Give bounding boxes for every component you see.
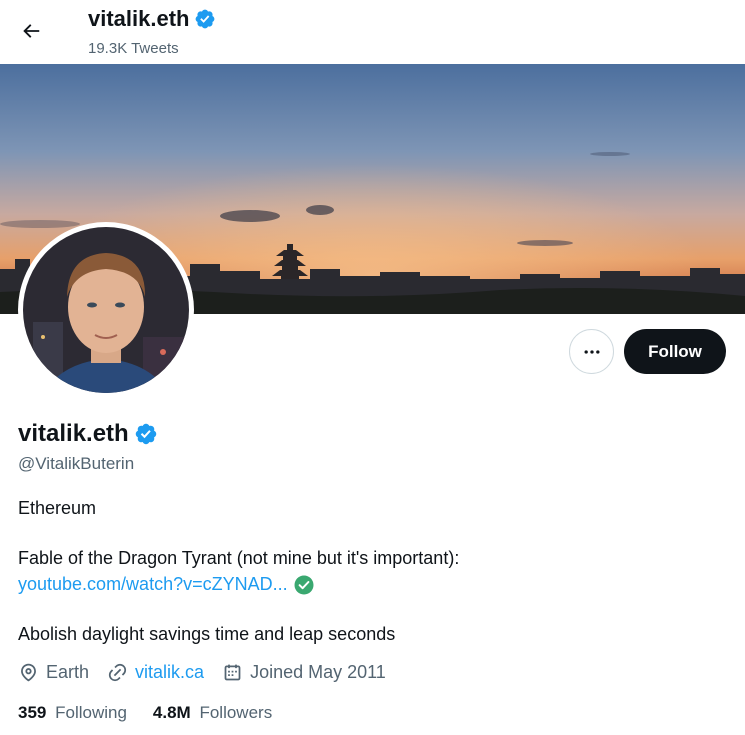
bio-line-3: Abolish daylight savings time and leap s… bbox=[18, 624, 396, 644]
tweets-count: 19.3K Tweets bbox=[88, 40, 179, 57]
profile-stats: 359 Following 4.8M Followers bbox=[18, 703, 298, 723]
following-label: Following bbox=[55, 703, 127, 722]
verified-badge-icon[interactable] bbox=[134, 422, 158, 446]
back-button[interactable] bbox=[14, 14, 48, 48]
check-circle-icon bbox=[294, 575, 314, 594]
more-options-button[interactable] bbox=[569, 329, 614, 374]
following-count: 359 bbox=[18, 703, 47, 722]
location-item: Earth bbox=[18, 662, 89, 683]
header-name: vitalik.eth bbox=[88, 6, 190, 31]
following-stat[interactable]: 359 Following bbox=[18, 703, 127, 723]
profile-handle: @VitalikButerin bbox=[18, 454, 135, 473]
bio-line-2: Fable of the Dragon Tyrant (not mine but… bbox=[18, 548, 460, 568]
follow-button[interactable]: Follow bbox=[624, 329, 726, 374]
followers-stat[interactable]: 4.8M Followers bbox=[153, 703, 272, 723]
profile-header: vitalik.eth 19.3K Tweets bbox=[0, 0, 745, 64]
followers-count: 4.8M bbox=[152, 703, 191, 722]
profile-name-row: vitalik.eth bbox=[18, 420, 158, 448]
location-pin-icon bbox=[21, 663, 36, 682]
avatar-photo bbox=[23, 227, 189, 393]
profile-meta: Earth vitalik.ca Joined May 2011 bbox=[18, 662, 404, 683]
link-icon bbox=[108, 663, 127, 682]
followers-label: Followers bbox=[199, 703, 273, 722]
joined-item: Joined May 2011 bbox=[222, 662, 386, 683]
location-text: Earth bbox=[46, 662, 90, 682]
verified-badge-icon bbox=[196, 9, 215, 29]
website-link[interactable]: vitalik.ca bbox=[135, 662, 204, 683]
header-title-row: vitalik.eth bbox=[88, 6, 216, 32]
bio-line-1: Ethereum bbox=[18, 498, 97, 518]
bio-youtube-link[interactable]: youtube.com/watch?v=cZYNAD... bbox=[18, 574, 288, 595]
calendar-icon bbox=[224, 664, 241, 681]
more-horizontal-icon bbox=[584, 349, 599, 354]
arrow-left-icon bbox=[23, 24, 40, 38]
joined-text: Joined May 2011 bbox=[250, 662, 386, 682]
website-item: vitalik.ca bbox=[107, 662, 204, 683]
profile-name: vitalik.eth bbox=[18, 420, 129, 447]
bio-link-row: youtube.com/watch?v=cZYNAD... bbox=[18, 574, 314, 595]
avatar[interactable] bbox=[18, 222, 194, 398]
